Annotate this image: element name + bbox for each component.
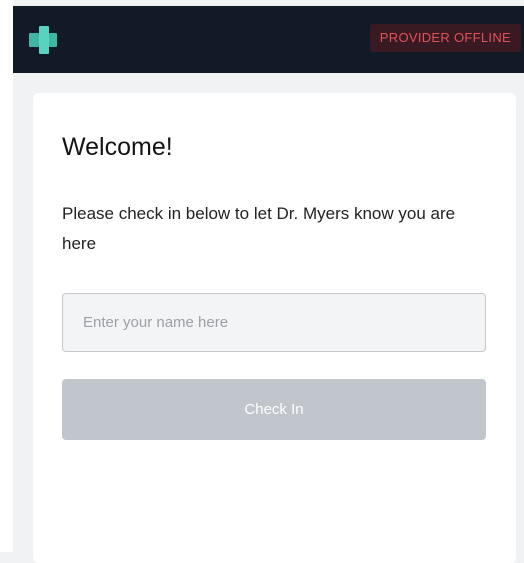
check-in-button[interactable]: Check In [62, 379, 486, 440]
provider-status-badge: PROVIDER OFFLINE [369, 24, 521, 52]
checkin-card: Welcome! Please check in below to let Dr… [33, 93, 516, 563]
left-edge-strip [0, 0, 13, 552]
checkin-instructions: Please check in below to let Dr. Myers k… [62, 204, 456, 253]
name-input[interactable] [62, 293, 486, 352]
top-header-bar: PROVIDER OFFLINE [13, 6, 524, 73]
page-title: Welcome! [62, 133, 173, 161]
medical-cross-logo-icon[interactable] [29, 26, 59, 54]
